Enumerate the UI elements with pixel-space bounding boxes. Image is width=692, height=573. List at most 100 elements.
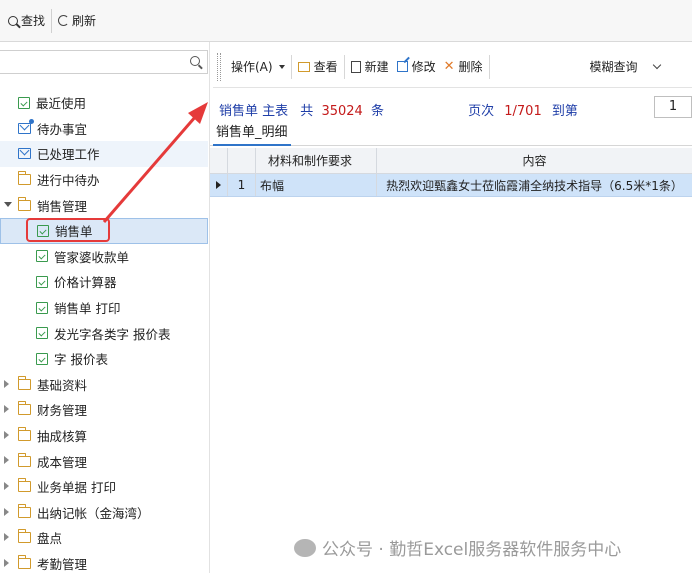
tree-item-cost[interactable]: 成本管理: [0, 448, 208, 474]
new-button[interactable]: 新建: [347, 54, 393, 80]
row-number-header: [228, 148, 256, 173]
tree-item-sales-order[interactable]: 销售单: [0, 217, 208, 244]
detail-grid: 材料和制作要求 内容 1 布幅 热烈欢迎甄鑫女士莅临霞浦全纳技术指导（6.5米*…: [210, 148, 692, 197]
folder-icon: [18, 503, 31, 518]
tree-item-label: 管家婆收款单: [54, 249, 130, 265]
cell-content[interactable]: 热烈欢迎甄鑫女士莅临霞浦全纳技术指导（6.5米*1条）: [377, 174, 692, 196]
tree-item-in-progress[interactable]: 进行中待办: [0, 167, 208, 193]
expand-toggle-icon[interactable]: [4, 507, 9, 516]
expand-toggle-icon[interactable]: [4, 481, 9, 490]
folder-icon: [18, 452, 31, 467]
pager-title: 销售单 主表: [219, 104, 289, 118]
toolbar-separator: [51, 8, 53, 33]
tree-item-sales-print[interactable]: 销售单 打印: [0, 295, 208, 321]
refresh-icon: [58, 15, 70, 26]
doc-icon: [18, 96, 30, 109]
tree-item-char-quote[interactable]: 字 报价表: [0, 346, 208, 372]
search-icon: [190, 56, 200, 66]
tree-item-label: 业务单据 打印: [37, 480, 116, 496]
tree-item-cashier[interactable]: 出纳记帐（金海湾）: [0, 500, 208, 526]
tree-item-doc-print[interactable]: 业务单据 打印: [0, 474, 208, 500]
expand-toggle-icon[interactable]: [4, 456, 9, 465]
find-button[interactable]: 查找: [4, 7, 49, 35]
search-icon: [8, 15, 18, 26]
expand-toggle-icon[interactable]: [4, 533, 9, 542]
nav-search-input[interactable]: [0, 50, 208, 74]
tree-item-glow-quote[interactable]: 发光字各类字 报价表: [0, 320, 208, 346]
fuzzy-query-label: 模糊查询: [589, 60, 638, 74]
expand-toggle-icon[interactable]: [4, 202, 12, 208]
tree-item-sales-mgmt[interactable]: 销售管理: [0, 192, 208, 218]
folder-icon: [18, 196, 31, 211]
tree-item-commission[interactable]: 抽成核算: [0, 423, 208, 449]
grid-header: 材料和制作要求 内容: [210, 148, 692, 174]
expand-toggle-icon[interactable]: [4, 405, 9, 414]
page-indicator: 1/701: [504, 104, 542, 118]
tree-item-recent[interactable]: 最近使用: [0, 90, 208, 116]
refresh-button[interactable]: 刷新: [54, 7, 100, 35]
edit-button[interactable]: 修改: [393, 54, 440, 80]
toolbar-grip[interactable]: [217, 52, 221, 81]
edit-icon: [396, 61, 408, 72]
view-label: 查看: [313, 60, 338, 74]
tree-item-label: 发光字各类字 报价表: [54, 326, 171, 342]
tree-item-stocktake[interactable]: 盘点: [0, 525, 208, 551]
tree-item-label: 财务管理: [37, 403, 88, 419]
nav-tree: 最近使用 待办事宜 已处理工作 进行中待办 销售管理 销售单 管家婆收款单 价格…: [0, 90, 208, 573]
total-count: 35024: [321, 104, 363, 118]
tree-item-label: 进行中待办: [37, 173, 100, 189]
cell-material[interactable]: 布幅: [256, 174, 377, 196]
doc-icon: [36, 301, 48, 314]
folder-icon: [18, 427, 31, 442]
delete-label: 删除: [458, 60, 483, 74]
total-prefix: 共: [300, 104, 314, 118]
query-input[interactable]: [495, 53, 582, 80]
tree-item-label: 待办事宜: [37, 121, 88, 137]
tree-item-basic-data[interactable]: 基础资料: [0, 372, 208, 398]
operate-menu-button[interactable]: 操作(A): [227, 54, 289, 80]
column-header-material[interactable]: 材料和制作要求: [256, 148, 377, 173]
edit-label: 修改: [411, 60, 436, 74]
fuzzy-query-button[interactable]: 模糊查询: [586, 54, 664, 80]
new-label: 新建: [364, 60, 389, 74]
tree-item-label: 成本管理: [37, 454, 88, 470]
doc-icon: [36, 327, 48, 340]
row-indicator: [210, 174, 228, 196]
column-header-content[interactable]: 内容: [377, 148, 692, 173]
toolbar-separator: [488, 54, 490, 79]
folder-icon: [18, 478, 31, 493]
current-row-arrow-icon: [216, 181, 221, 189]
tree-item-label: 价格计算器: [54, 275, 117, 291]
folder-icon: [18, 401, 31, 416]
toolbar-separator: [290, 54, 292, 79]
goto-page-input[interactable]: 1: [654, 96, 692, 118]
tree-item-label: 基础资料: [37, 377, 88, 393]
tree-item-label: 销售单 打印: [54, 301, 121, 317]
tree-item-processed[interactable]: 已处理工作: [0, 141, 208, 167]
tab-sales-detail[interactable]: 销售单_明细: [213, 120, 291, 146]
top-toolbar: 查找 刷新: [0, 0, 692, 42]
delete-button[interactable]: ✕ 删除: [440, 54, 487, 80]
expand-toggle-icon[interactable]: [4, 558, 9, 567]
expand-toggle-icon[interactable]: [4, 379, 9, 388]
expand-toggle-icon[interactable]: [4, 430, 9, 439]
tree-item-price-calc[interactable]: 价格计算器: [0, 269, 208, 295]
refresh-label: 刷新: [72, 14, 97, 28]
folder-icon: [18, 554, 31, 569]
row-indicator-header: [210, 148, 228, 173]
tree-item-label: 销售单: [55, 224, 93, 240]
wechat-icon: [294, 538, 316, 557]
doc-icon: [36, 250, 48, 263]
tree-item-finance[interactable]: 财务管理: [0, 397, 208, 423]
caret-down-icon: [278, 64, 285, 69]
operate-label: 操作(A): [231, 60, 273, 74]
form-toolbar: 操作(A) 查看 新建 修改 ✕ 删除 模糊查询: [213, 46, 692, 88]
table-row[interactable]: 1 布幅 热烈欢迎甄鑫女士莅临霞浦全纳技术指导（6.5米*1条）: [210, 174, 692, 197]
goto-label: 到第: [551, 104, 578, 118]
new-page-icon: [350, 60, 361, 73]
tree-item-todo[interactable]: 待办事宜: [0, 116, 208, 142]
doc-icon: [36, 352, 48, 365]
view-button[interactable]: 查看: [294, 54, 342, 80]
tree-item-attendance[interactable]: 考勤管理: [0, 551, 208, 573]
tree-item-receipt[interactable]: 管家婆收款单: [0, 244, 208, 270]
